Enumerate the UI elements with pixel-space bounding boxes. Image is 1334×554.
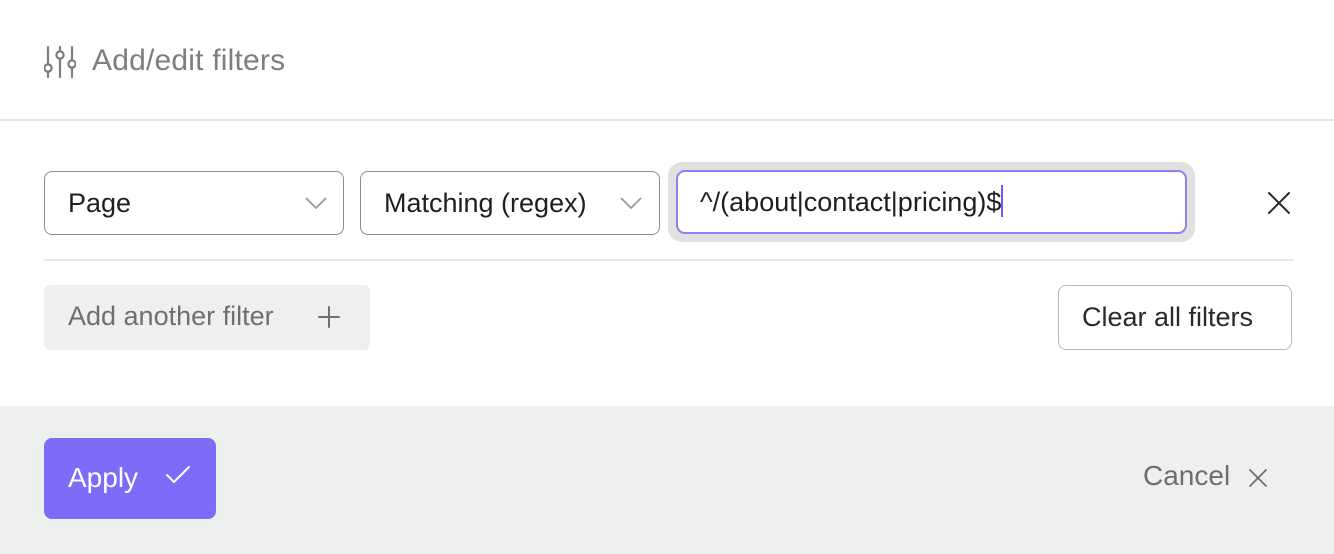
close-icon bbox=[1249, 469, 1267, 487]
text-caret bbox=[1001, 185, 1003, 217]
cancel-button[interactable]: Cancel bbox=[1140, 458, 1300, 498]
clear-all-filters-label: Clear all filters bbox=[1082, 302, 1254, 332]
cancel-label: Cancel bbox=[1143, 460, 1231, 491]
clear-all-filters-button[interactable]: Clear all filters bbox=[1058, 285, 1292, 350]
divider bbox=[44, 259, 1294, 261]
apply-label: Apply bbox=[68, 462, 139, 493]
dialog-title: Add/edit filters bbox=[92, 44, 286, 77]
filter-field-select[interactable]: Page bbox=[44, 171, 344, 235]
add-filter-label: Add another filter bbox=[68, 301, 274, 331]
dialog-header: Add/edit filters bbox=[0, 0, 1334, 121]
apply-button[interactable]: Apply bbox=[44, 438, 216, 519]
filter-operator-value: Matching (regex) bbox=[384, 188, 587, 218]
plus-icon bbox=[318, 306, 340, 328]
chevron-down-icon bbox=[305, 197, 327, 210]
checkmark-icon bbox=[166, 466, 190, 483]
remove-filter-close-icon[interactable] bbox=[1266, 190, 1292, 216]
filter-pattern-value: ^/(about|contact|pricing)$ bbox=[700, 187, 1002, 217]
filter-operator-select[interactable]: Matching (regex) bbox=[360, 171, 660, 235]
sliders-icon bbox=[44, 45, 76, 79]
filter-field-value: Page bbox=[68, 188, 132, 218]
chevron-down-icon bbox=[620, 197, 642, 210]
filter-pattern-input[interactable]: ^/(about|contact|pricing)$ bbox=[676, 170, 1187, 234]
filter-pattern-focus-ring: ^/(about|contact|pricing)$ bbox=[668, 162, 1195, 242]
